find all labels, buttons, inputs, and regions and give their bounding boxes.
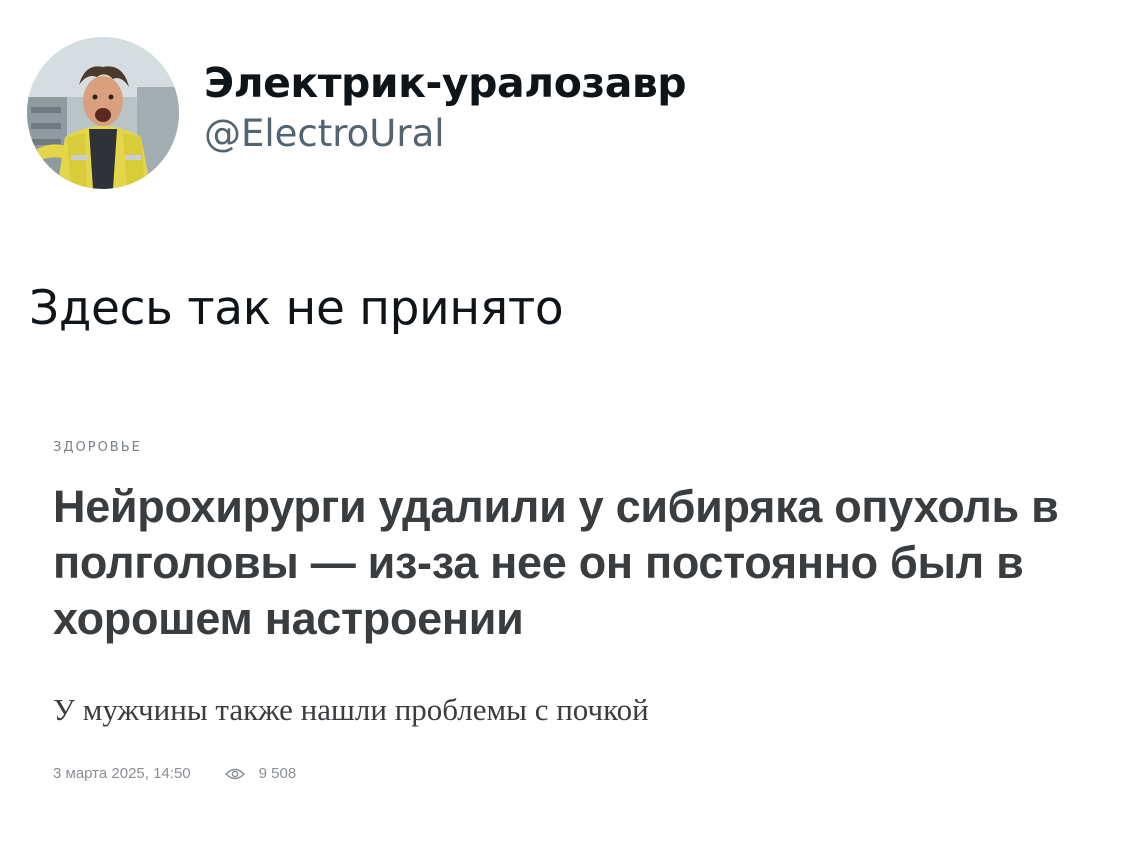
- article-date: 3 марта 2025, 14:50: [53, 765, 191, 782]
- author-info: Электрик-уралозавр @ElectroUral: [204, 59, 687, 157]
- article-views: 9 508: [224, 765, 297, 782]
- article-category: ЗДОРОВЬЕ: [53, 440, 142, 455]
- author-handle[interactable]: @ElectroUral: [204, 111, 686, 157]
- article-subtitle: У мужчины также нашли проблемы с почкой: [53, 692, 649, 727]
- article-headline: Нейрохирурги удалили у сибиряка опухоль …: [53, 481, 1059, 644]
- author-name[interactable]: Электрик-уралозавр: [204, 59, 687, 107]
- tweet-header: Электрик-уралозавр @ElectroUral: [27, 37, 687, 189]
- avatar-image: [27, 37, 179, 189]
- views-count: 9 508: [258, 765, 297, 782]
- avatar[interactable]: [27, 37, 179, 189]
- article-screenshot: ЗДОРОВЬЕ Нейрохирурги удалили у сибиряка…: [53, 440, 1103, 782]
- eye-icon: [224, 768, 245, 779]
- tweet-text: Здесь так не принято: [29, 281, 564, 336]
- article-meta: 3 марта 2025, 14:50 9 508: [53, 765, 1103, 782]
